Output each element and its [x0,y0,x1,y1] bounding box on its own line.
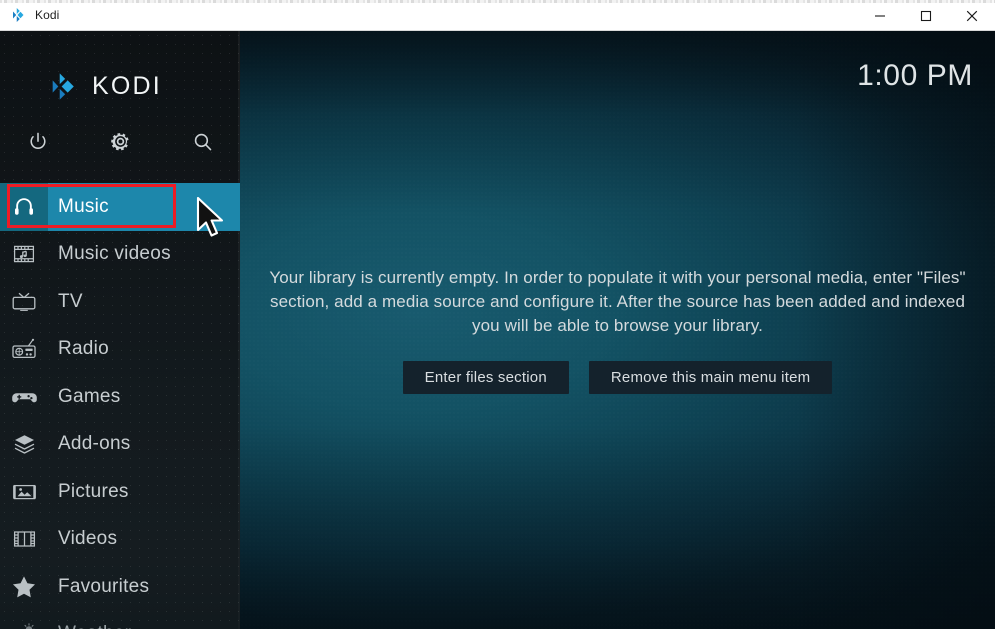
empty-library-message: Your library is currently empty. In orde… [263,266,973,339]
window-titlebar: Kodi [0,0,995,31]
addons-box-icon [0,421,48,469]
search-button[interactable] [179,123,227,165]
sidebar-item-games[interactable]: Games [0,373,240,421]
kodi-stage: 1:00 PM Your library is currently empty.… [0,31,995,629]
kodi-brand-logo: KODI [48,71,162,102]
sidebar-item-label: Music videos [48,243,171,265]
tv-icon [0,278,48,326]
sidebar-item-videos[interactable]: Videos [0,516,240,564]
power-icon [27,131,49,158]
weather-icon [0,611,48,629]
power-button[interactable] [14,123,62,165]
empty-library-panel: Your library is currently empty. In orde… [240,31,995,629]
sidebar-item-label: Favourites [48,576,149,598]
search-icon [192,131,214,158]
kodi-window: Kodi 1:00 PM Your library is currently e… [0,0,995,629]
picture-icon [0,468,48,516]
close-button[interactable] [949,0,995,31]
main-menu-sidebar: KODI [0,31,240,629]
settings-button[interactable] [96,123,144,165]
kodi-logo-icon [10,7,26,23]
titlebar-render-artifact [0,0,995,3]
window-title: Kodi [35,8,59,22]
sidebar-item-label: Pictures [48,481,129,503]
sidebar-item-weather[interactable]: Weather [0,611,240,629]
sidebar-item-favourites[interactable]: Favourites [0,563,240,611]
mouse-cursor [196,197,228,246]
kodi-logo-icon [48,71,78,102]
gear-icon [109,130,132,158]
quick-action-bar [0,123,240,165]
sidebar-item-label: TV [48,291,83,313]
star-icon [0,563,48,611]
maximize-button[interactable] [903,0,949,31]
sidebar-item-label: Add-ons [48,433,131,455]
music-video-icon [0,231,48,279]
main-menu-list: Music [0,183,240,629]
sidebar-item-add-ons[interactable]: Add-ons [0,421,240,469]
sidebar-item-tv[interactable]: TV [0,278,240,326]
sidebar-item-radio[interactable]: Radio [0,326,240,374]
sidebar-item-label: Videos [48,528,117,550]
empty-library-actions: Enter files section Remove this main men… [403,361,833,394]
kodi-wordmark: KODI [92,72,162,101]
minimize-button[interactable] [857,0,903,31]
gamepad-icon [0,373,48,421]
film-strip-icon [0,516,48,564]
sidebar-item-label: Music [48,196,109,218]
sidebar-item-pictures[interactable]: Pictures [0,468,240,516]
sidebar-item-label: Games [48,386,121,408]
enter-files-section-button[interactable]: Enter files section [403,361,569,394]
remove-main-menu-item-button[interactable]: Remove this main menu item [589,361,832,394]
radio-icon [0,326,48,374]
window-controls [857,0,995,31]
sidebar-item-label: Radio [48,338,109,360]
sidebar-item-label: Weather [48,623,131,629]
clock: 1:00 PM [857,59,973,93]
headphones-icon [0,183,48,231]
